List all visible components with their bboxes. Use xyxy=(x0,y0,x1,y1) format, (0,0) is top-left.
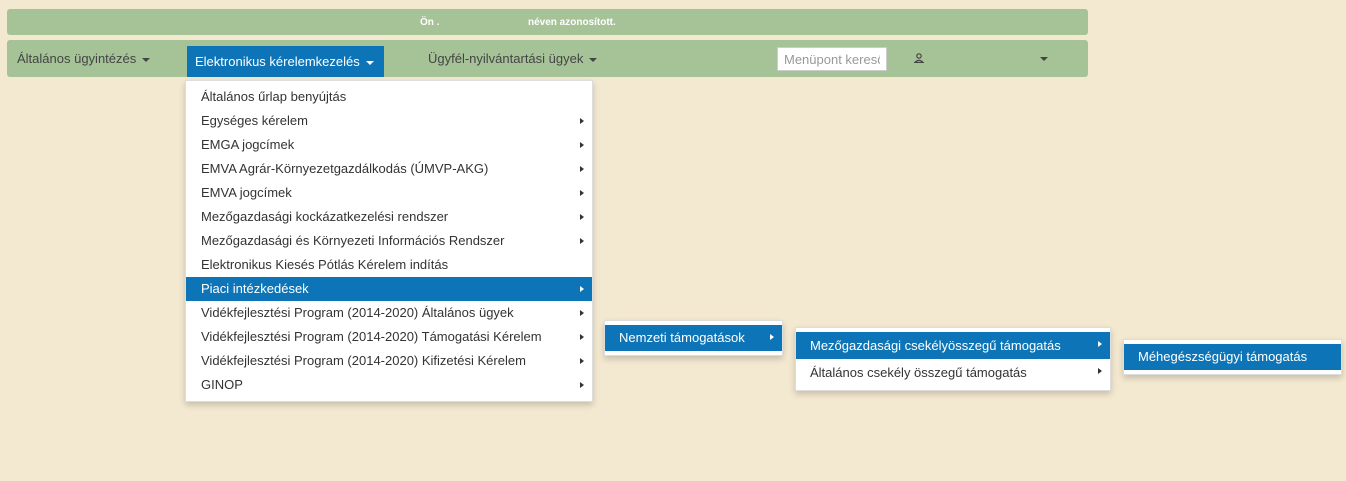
nav-ugyfel-nyilvantartasi-ugyek[interactable]: Ügyfél-nyilvántartási ügyek xyxy=(428,40,598,77)
menu-item-mekir[interactable]: Mezőgazdasági és Környezeti Információs … xyxy=(186,229,592,253)
menu-item-emva-jogcimek[interactable]: EMVA jogcímek xyxy=(186,181,592,205)
caret-down-icon xyxy=(365,60,374,65)
menu-search-input[interactable] xyxy=(777,47,887,71)
nav-item-label: Elektronikus kérelemkezelés xyxy=(195,54,360,69)
menu-item-label: Elektronikus Kiesés Pótlás Kérelem indít… xyxy=(201,257,449,272)
caret-right-icon xyxy=(1098,341,1102,347)
menu-item-label: Méhegészségügyi támogatás xyxy=(1138,349,1308,364)
menu-item-altalanos-urlap[interactable]: Általános űrlap benyújtás xyxy=(186,85,592,109)
menu-item-label: Általános űrlap benyújtás xyxy=(201,89,347,104)
menu-item-label: GINOP xyxy=(201,377,243,392)
nemzeti-tamogatasok-submenu: Mezőgazdasági csekélyösszegű támogatás Á… xyxy=(795,327,1111,391)
caret-right-icon xyxy=(580,118,584,124)
menu-item-label: Mezőgazdasági csekélyösszegű támogatás xyxy=(810,338,1061,353)
caret-down-icon xyxy=(589,57,598,62)
menu-item-kieses-potlas[interactable]: Elektronikus Kiesés Pótlás Kérelem indít… xyxy=(186,253,592,277)
menu-item-piaci-intezkedesek[interactable]: Piaci intézkedések xyxy=(186,277,592,301)
menu-item-kockazatkezelesi[interactable]: Mezőgazdasági kockázatkezelési rendszer xyxy=(186,205,592,229)
caret-right-icon xyxy=(580,214,584,220)
menu-item-emva-akg[interactable]: EMVA Agrár-Környezetgazdálkodás (ÚMVP-AK… xyxy=(186,157,592,181)
banner-text-prefix: Ön . xyxy=(420,17,440,28)
menu-item-label: Vidékfejlesztési Program (2014-2020) Ált… xyxy=(201,305,514,320)
nav-altalanos-ugyintezes[interactable]: Általános ügyintézés xyxy=(17,40,151,77)
nav-item-label: Általános ügyintézés xyxy=(17,51,137,66)
caret-right-icon xyxy=(580,310,584,316)
menu-item-label: Mezőgazdasági és Környezeti Információs … xyxy=(201,233,505,248)
piaci-intezkedesek-submenu: Nemzeti támogatások xyxy=(604,320,783,356)
menu-item-label: Vidékfejlesztési Program (2014-2020) Tám… xyxy=(201,329,542,344)
menu-item-ginop[interactable]: GINOP xyxy=(186,373,592,397)
caret-right-icon xyxy=(580,334,584,340)
menu-item-altalanos-csekely[interactable]: Általános csekély összegű támogatás xyxy=(796,359,1110,386)
menu-item-mezogazdasagi-csekelyosszegu[interactable]: Mezőgazdasági csekélyösszegű támogatás xyxy=(796,332,1110,359)
caret-right-icon xyxy=(770,334,774,340)
menu-item-vp-kifizetesi[interactable]: Vidékfejlesztési Program (2014-2020) Kif… xyxy=(186,349,592,373)
identity-banner: Ön . néven azonosított. xyxy=(7,9,1088,35)
menu-item-egyseges-kerelem[interactable]: Egységes kérelem xyxy=(186,109,592,133)
menu-item-vp-tamogatasi[interactable]: Vidékfejlesztési Program (2014-2020) Tám… xyxy=(186,325,592,349)
main-navbar: Általános ügyintézés Elektronikus kérele… xyxy=(7,40,1088,77)
menu-item-label: Egységes kérelem xyxy=(201,113,308,128)
caret-right-icon xyxy=(580,358,584,364)
mezogazdasagi-csekelyosszegu-submenu: Méhegészségügyi támogatás xyxy=(1123,339,1342,375)
elektronikus-kerelemkezeles-menu: Általános űrlap benyújtás Egységes kérel… xyxy=(185,80,593,402)
caret-right-icon xyxy=(580,286,584,292)
menu-item-nemzeti-tamogatasok[interactable]: Nemzeti támogatások xyxy=(605,325,782,351)
caret-down-icon xyxy=(142,57,151,62)
menu-item-vp-altalanos[interactable]: Vidékfejlesztési Program (2014-2020) Ált… xyxy=(186,301,592,325)
banner-text-suffix: néven azonosított. xyxy=(528,17,616,28)
caret-right-icon xyxy=(580,190,584,196)
nav-item-label: Ügyfél-nyilvántartási ügyek xyxy=(428,51,584,66)
menu-item-label: EMGA jogcímek xyxy=(201,137,295,152)
menu-item-emga-jogcimek[interactable]: EMGA jogcímek xyxy=(186,133,592,157)
user-icon xyxy=(914,53,924,63)
caret-right-icon xyxy=(580,142,584,148)
menu-item-label: Piaci intézkedések xyxy=(201,281,309,296)
nav-elektronikus-kerelemkezeles[interactable]: Elektronikus kérelemkezelés xyxy=(187,46,384,77)
menu-item-label: Vidékfejlesztési Program (2014-2020) Kif… xyxy=(201,353,526,368)
menu-item-label: Nemzeti támogatások xyxy=(619,330,745,345)
user-menu[interactable] xyxy=(911,40,1051,77)
menu-item-label: Általános csekély összegű támogatás xyxy=(810,365,1027,380)
menu-item-label: EMVA jogcímek xyxy=(201,185,292,200)
menu-item-label: EMVA Agrár-Környezetgazdálkodás (ÚMVP-AK… xyxy=(201,161,489,176)
chevron-down-icon xyxy=(1040,57,1048,61)
caret-right-icon xyxy=(1098,368,1102,374)
caret-right-icon xyxy=(580,382,584,388)
caret-right-icon xyxy=(580,238,584,244)
caret-right-icon xyxy=(580,166,584,172)
menu-item-label: Mezőgazdasági kockázatkezelési rendszer xyxy=(201,209,449,224)
menu-item-mehegeszsegugyi[interactable]: Méhegészségügyi támogatás xyxy=(1124,344,1341,370)
